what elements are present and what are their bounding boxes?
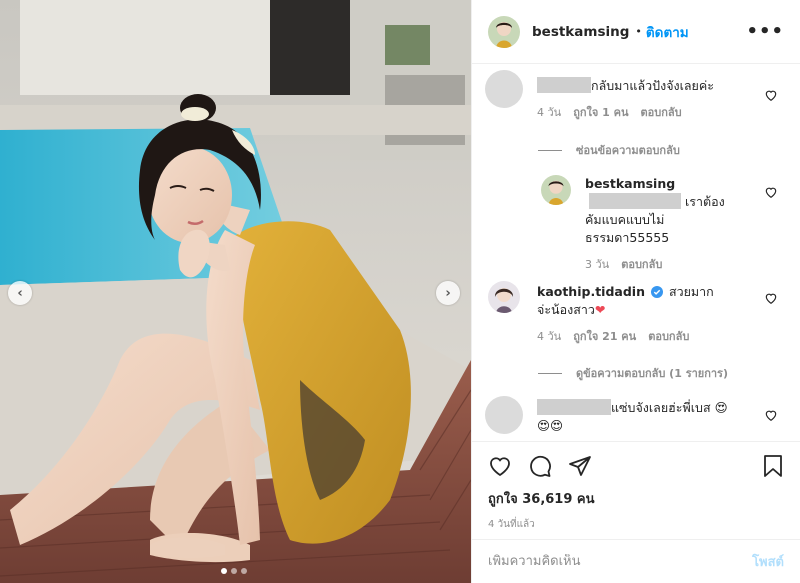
heart-emoji: ❤ [594,302,606,317]
redacted-username [537,399,611,415]
carousel-dot [231,568,237,574]
comment-meta: 4 วัน ถูกใจ 1 คน ตอบกลับ [537,104,760,122]
thread-line [538,149,562,151]
hide-replies-toggle[interactable]: ซ่อนข้อความตอบกลับ [538,141,680,159]
chevron-right-icon: › [445,285,451,301]
verified-badge-icon [650,286,663,298]
carousel-dot [241,568,247,574]
view-replies-label: ดูข้อความตอบกลับ (1 รายการ) [576,367,728,380]
previous-slide-button[interactable]: ‹ [8,281,32,305]
comment-input[interactable] [488,554,753,569]
comment-like-heart-icon[interactable] [764,88,778,102]
hide-replies-label: ซ่อนข้อความตอบกลับ [576,144,680,157]
like-heart-icon[interactable] [488,454,512,478]
post-side-panel: bestkamsing • ติดตาม ••• กลับมาแล้วปังจั… [471,0,800,583]
comment-content: แซ่บจังเลยฮ่ะพี่เบส 😍 😍😍 [537,399,760,435]
author-username[interactable]: bestkamsing [532,24,629,40]
emoji-line: 😍😍 [537,418,564,433]
action-icons-row [488,454,784,478]
post-photo [0,0,471,583]
reply-author-avatar[interactable] [541,175,571,205]
post-media: ‹ › [0,0,471,583]
more-icon: ••• [746,21,784,42]
post-actions: ถูกใจ 36,619 คน 4 วันที่แล้ว [472,441,800,539]
comment-content: กลับมาแล้วปังจังเลยค่ะ 4 วัน ถูกใจ 1 คน … [537,77,760,122]
add-comment-bar: โพสต์ [472,539,800,583]
comment-time[interactable]: 4 วัน [537,104,561,122]
more-options-button[interactable]: ••• [746,21,784,42]
reply-content: bestkamsing เราต้องคัมแบคแบบไม่ธรรมดา555… [585,175,735,274]
comment-meta: 4 วัน ถูกใจ 21 คน ตอบกลับ [537,328,727,346]
comment-text: กลับมาแล้วปังจังเลยค่ะ [591,78,714,93]
redacted-username [537,77,591,93]
reply-meta: 3 วัน ตอบกลับ [585,256,735,274]
redacted-mention [589,193,681,209]
author-avatar[interactable] [488,15,520,48]
carousel-indicator [221,568,247,574]
chevron-left-icon: ‹ [17,285,23,301]
emoji-heart-eyes: 😍 [714,400,728,415]
instagram-post: ‹ › bestkamsing • ติดตาม ••• กลับมาแล้วป… [0,0,800,583]
next-slide-button[interactable]: › [436,281,460,305]
comment-likes[interactable]: ถูกใจ 21 คน [573,328,636,346]
share-paper-plane-icon[interactable] [568,454,592,478]
thread-line [538,372,562,374]
post-header: bestkamsing • ติดตาม ••• [472,0,800,64]
reply-username[interactable]: bestkamsing [585,176,675,191]
view-replies-toggle[interactable]: ดูข้อความตอบกลับ (1 รายการ) [538,364,728,382]
post-timestamp[interactable]: 4 วันที่แล้ว [488,517,784,532]
comment-like-heart-icon[interactable] [764,291,778,305]
comment-time[interactable]: 4 วัน [537,328,561,346]
comment-like-heart-icon[interactable] [764,408,778,422]
comment-text: แซ่บจังเลยฮ่ะพี่เบส [611,400,711,415]
commenter-username[interactable]: kaothip.tidadin [537,284,645,299]
commenter-avatar[interactable] [488,281,520,313]
comment-bubble-icon[interactable] [528,454,552,478]
post-likes-count[interactable]: ถูกใจ 36,619 คน [488,488,784,509]
post-comment-button[interactable]: โพสต์ [752,551,784,572]
comment-likes[interactable]: ถูกใจ 1 คน [573,104,628,122]
commenter-avatar[interactable] [485,396,523,434]
reply-button[interactable]: ตอบกลับ [641,104,682,122]
commenter-avatar[interactable] [485,70,523,108]
reply-time[interactable]: 3 วัน [585,256,609,274]
reply-button[interactable]: ตอบกลับ [621,256,662,274]
reply-like-heart-icon[interactable] [764,185,778,199]
save-bookmark-icon[interactable] [762,454,784,478]
reply-button[interactable]: ตอบกลับ [648,328,689,346]
carousel-dot-active [221,568,227,574]
comment-content: kaothip.tidadin สวยมากจ่ะน้องสาว❤ 4 วัน … [537,283,727,346]
header-separator: • [635,25,642,38]
follow-button[interactable]: ติดตาม [646,21,689,43]
comments-list: กลับมาแล้วปังจังเลยค่ะ 4 วัน ถูกใจ 1 คน … [472,65,800,439]
